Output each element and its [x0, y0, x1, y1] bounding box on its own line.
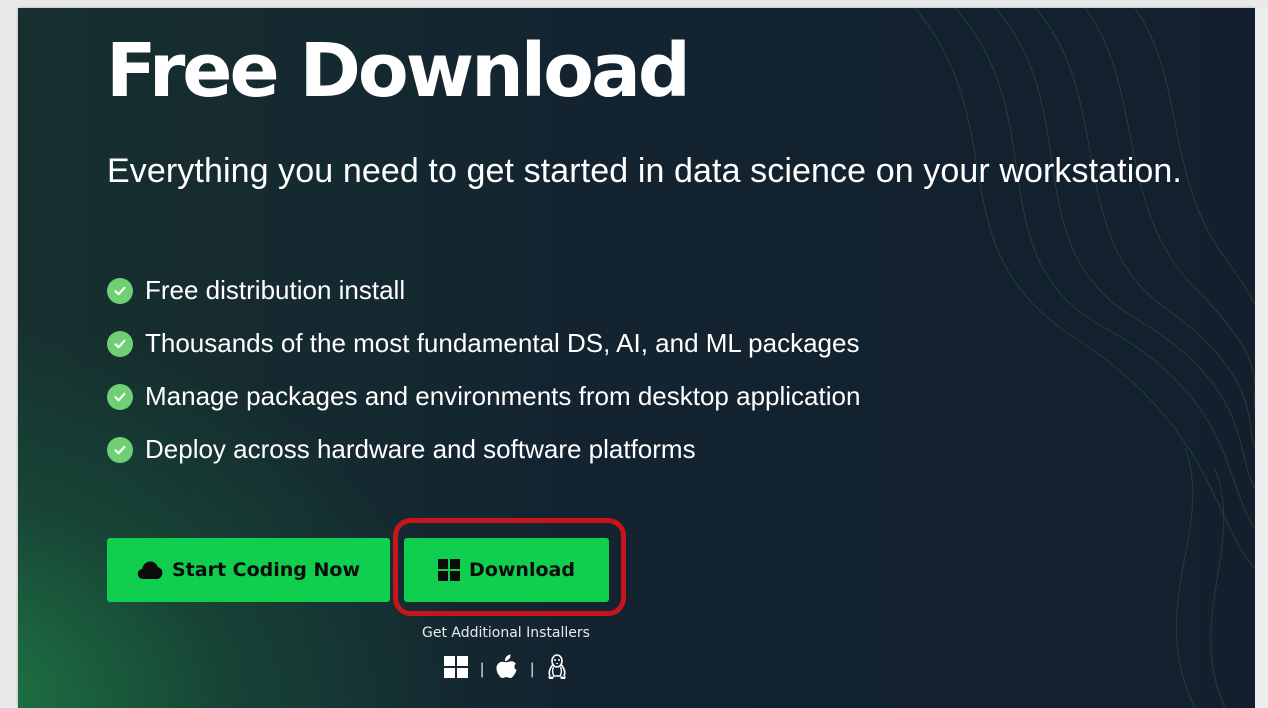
- download-button[interactable]: Download: [404, 538, 609, 602]
- installer-icons: | |: [444, 654, 568, 685]
- feature-label: Deploy across hardware and software plat…: [145, 434, 696, 464]
- feature-item: Thousands of the most fundamental DS, AI…: [107, 317, 860, 370]
- check-circle-icon: [107, 277, 133, 304]
- separator: |: [480, 660, 485, 678]
- feature-label: Thousands of the most fundamental DS, AI…: [145, 328, 860, 358]
- start-coding-label: Start Coding Now: [171, 559, 360, 581]
- feature-item: Manage packages and environments from de…: [107, 370, 860, 423]
- page-title: Free Download: [106, 28, 691, 114]
- hero-section: Free Download Everything you need to get…: [18, 8, 1255, 708]
- windows-installer-icon[interactable]: [444, 656, 468, 683]
- check-circle-icon: [107, 436, 133, 463]
- apple-installer-icon[interactable]: [496, 654, 518, 685]
- separator: |: [530, 660, 535, 678]
- feature-item: Deploy across hardware and software plat…: [107, 423, 860, 476]
- decorative-wave-lines: [914, 8, 1255, 708]
- download-label: Download: [469, 559, 575, 581]
- cloud-icon: [137, 560, 163, 580]
- additional-installers-link[interactable]: Get Additional Installers: [378, 625, 634, 641]
- check-circle-icon: [107, 330, 133, 357]
- feature-label: Free distribution install: [145, 275, 406, 305]
- windows-icon: [438, 559, 461, 581]
- feature-label: Manage packages and environments from de…: [145, 381, 861, 411]
- feature-list: Free distribution install Thousands of t…: [107, 264, 860, 476]
- start-coding-button[interactable]: Start Coding Now: [107, 538, 390, 602]
- linux-installer-icon[interactable]: [546, 654, 568, 685]
- page-subtitle: Everything you need to get started in da…: [107, 152, 1182, 190]
- page-edge: [1255, 8, 1268, 708]
- feature-item: Free distribution install: [107, 264, 860, 317]
- check-circle-icon: [107, 383, 133, 410]
